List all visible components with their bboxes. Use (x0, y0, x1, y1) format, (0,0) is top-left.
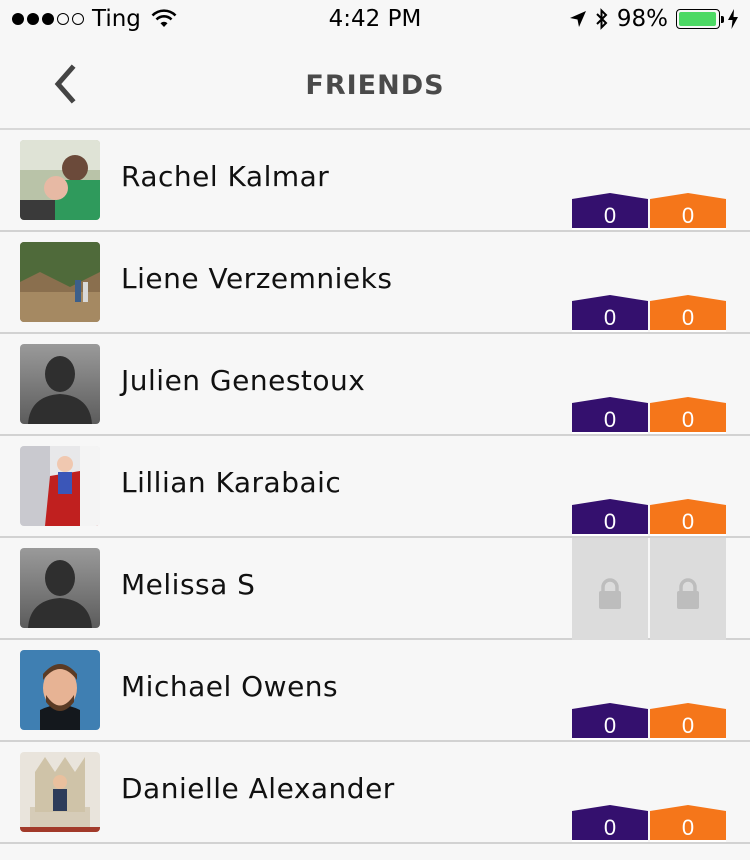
orange-score-badge[interactable]: 0 (650, 805, 726, 842)
friend-name: Julien Genestoux (121, 364, 366, 397)
badge-count: 0 (681, 713, 695, 738)
badge-count: 0 (603, 305, 617, 330)
friend-name: Michael Owens (121, 670, 339, 703)
status-right: 98% (569, 6, 738, 32)
locked-score-cell[interactable] (572, 538, 648, 640)
badge-count: 0 (603, 509, 617, 534)
badge-count: 0 (681, 203, 695, 228)
avatar (20, 650, 100, 730)
badge-count: 0 (603, 713, 617, 738)
friend-name: Liene Verzemnieks (121, 262, 393, 295)
avatar-photo (20, 140, 100, 220)
badge-count: 0 (681, 509, 695, 534)
badge-count: 0 (681, 815, 695, 840)
friend-row[interactable]: Danielle Alexander 0 0 (0, 742, 750, 844)
lock-icon (677, 578, 699, 609)
avatar-photo (20, 752, 100, 832)
purple-score-badge[interactable]: 0 (572, 295, 648, 332)
purple-score-badge[interactable]: 0 (572, 805, 648, 842)
avatar (20, 242, 100, 322)
friend-name: Danielle Alexander (121, 772, 395, 805)
avatar (20, 548, 100, 628)
avatar (20, 344, 100, 424)
friend-row[interactable]: Rachel Kalmar 0 0 (0, 130, 750, 232)
avatar (20, 446, 100, 526)
battery-icon (676, 9, 724, 29)
charging-bolt-icon (728, 9, 738, 29)
friend-row[interactable]: Michael Owens 0 0 (0, 640, 750, 742)
avatar-photo (20, 242, 100, 322)
orange-score-badge[interactable]: 0 (650, 499, 726, 536)
friend-row[interactable]: Julien Genestoux 0 0 (0, 334, 750, 436)
page-title: FRIENDS (305, 70, 445, 101)
default-avatar-silhouette (20, 344, 100, 424)
lock-icon (599, 578, 621, 609)
location-arrow-icon (569, 11, 586, 27)
friend-row[interactable]: Liene Verzemnieks 0 0 (0, 232, 750, 334)
avatar-photo (20, 650, 100, 730)
battery-percent: 98% (616, 6, 668, 32)
battery-cap (721, 16, 724, 23)
avatar (20, 752, 100, 832)
battery-level-fill (679, 12, 717, 26)
avatar (20, 140, 100, 220)
badge-count: 0 (681, 305, 695, 330)
badge-count: 0 (603, 203, 617, 228)
purple-score-badge[interactable]: 0 (572, 499, 648, 536)
friend-row[interactable]: Lillian Karabaic 0 0 (0, 436, 750, 538)
locked-score-cell[interactable] (650, 538, 726, 640)
friend-name: Melissa S (121, 568, 256, 601)
friend-list: Rachel Kalmar 0 0 Liene Verzemnieks 0 0 Ju… (0, 130, 750, 844)
purple-score-badge[interactable]: 0 (572, 193, 648, 230)
default-avatar-silhouette (20, 548, 100, 628)
friend-name: Rachel Kalmar (121, 160, 330, 193)
orange-score-badge[interactable]: 0 (650, 295, 726, 332)
orange-score-badge[interactable]: 0 (650, 397, 726, 434)
orange-score-badge[interactable]: 0 (650, 703, 726, 740)
friend-row[interactable]: Melissa S (0, 538, 750, 640)
purple-score-badge[interactable]: 0 (572, 397, 648, 434)
badge-count: 0 (681, 407, 695, 432)
purple-score-badge[interactable]: 0 (572, 703, 648, 740)
status-bar: Ting 4:42 PM 98% (0, 0, 750, 40)
friend-name: Lillian Karabaic (121, 466, 342, 499)
navigation-bar: FRIENDS (0, 40, 750, 129)
badge-count: 0 (603, 815, 617, 840)
avatar-photo (20, 446, 100, 526)
orange-score-badge[interactable]: 0 (650, 193, 726, 230)
bluetooth-icon (596, 8, 608, 30)
badge-count: 0 (603, 407, 617, 432)
